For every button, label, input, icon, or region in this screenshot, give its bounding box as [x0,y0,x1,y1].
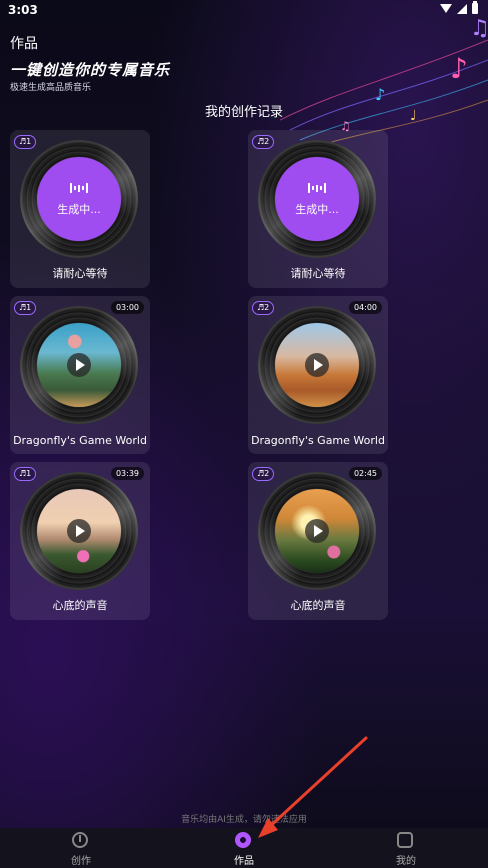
duration-badge: 02:45 [348,467,382,480]
duration-badge: 04:00 [348,301,382,314]
cover-art [37,489,121,573]
track-badge: ♬2 [252,467,275,481]
vinyl-disc [20,306,138,424]
track-badge: ♬1 [14,135,37,149]
creation-card[interactable]: ♬2 02:45 心底的声音 [248,462,388,620]
cover-art [37,323,121,407]
hero-subtitle: 极速生成高品质音乐 [10,83,92,93]
creation-card[interactable]: ♬1 03:39 心底的声音 [10,462,150,620]
works-icon [235,832,251,848]
vinyl-disc [20,472,138,590]
creation-card[interactable]: ♬2 04:00 Dragonfly's Game World [248,296,388,454]
duration-badge: 03:00 [110,301,144,314]
card-title: 心底的声音 [52,599,108,612]
svg-text:♪: ♪ [450,52,468,85]
track-badge: ♬1 [14,301,37,315]
waveform-icon [70,181,88,195]
duration-badge: 03:39 [110,467,144,480]
creation-card[interactable]: ♬1 03:00 Dragonfly's Game World [10,296,150,454]
ai-disclaimer: 音乐均由AI生成，请勿违法应用 [181,815,307,825]
section-title: 我的创作记录 [204,105,283,120]
generating-indicator: 生成中... [275,157,359,241]
card-title: Dragonfly's Game World [251,434,385,447]
play-icon[interactable] [67,353,91,377]
waveform-icon [308,181,326,195]
vinyl-disc: 生成中... [20,140,138,258]
play-icon[interactable] [67,519,91,543]
nav-label: 我的 [396,856,416,867]
creation-card[interactable]: 生成中... ♬2 请耐心等待 [248,130,388,288]
play-icon[interactable] [305,353,329,377]
generating-text: 生成中... [57,203,101,216]
card-title: 请耐心等待 [52,267,108,280]
track-badge: ♬1 [14,467,37,481]
page-title: 作品 [10,36,38,52]
create-icon [72,832,88,848]
vinyl-disc: 生成中... [258,140,376,258]
cover-art [275,489,359,573]
nav-item-works[interactable]: 作品 [204,828,284,868]
card-title: 心底的声音 [290,599,346,612]
vinyl-disc [258,306,376,424]
card-title: Dragonfly's Game World [13,434,147,447]
robot-profile-icon [397,832,413,848]
track-badge: ♬2 [252,301,275,315]
svg-text:♫: ♫ [470,16,488,41]
creation-card[interactable]: 生成中... ♬1 请耐心等待 [10,130,150,288]
vinyl-disc [258,472,376,590]
hero-title: 一键创造你的专属音乐 [10,61,171,79]
generating-indicator: 生成中... [37,157,121,241]
nav-item-create[interactable]: 创作 [41,828,121,868]
music-notes-decoration: ♪ ♫ ♪ ♩ ♫ [280,16,488,149]
track-badge: ♬2 [252,135,275,149]
card-title: 请耐心等待 [290,267,346,280]
play-icon[interactable] [305,519,329,543]
bottom-nav: 创作 作品 我的 [0,828,488,868]
generating-text: 生成中... [295,203,339,216]
nav-label: 作品 [234,856,254,867]
cover-art [275,323,359,407]
nav-label: 创作 [71,856,91,867]
status-time: 3:03 [8,3,38,17]
nav-item-mine[interactable]: 我的 [366,828,446,868]
